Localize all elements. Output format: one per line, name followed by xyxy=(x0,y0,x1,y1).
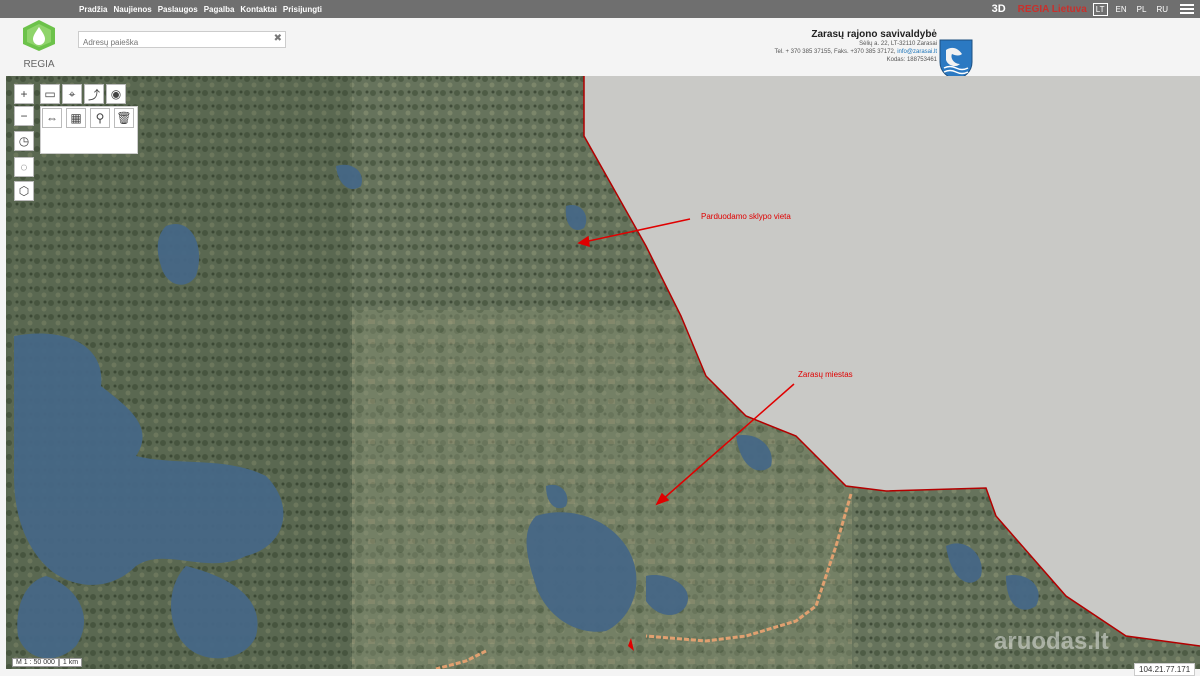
scale-bar: 1 km xyxy=(58,658,83,667)
place-marker-icon[interactable]: ⌖ xyxy=(62,84,82,104)
nav-news[interactable]: Naujienos xyxy=(113,5,151,14)
measure-ruler-icon[interactable]: ▭ xyxy=(40,84,60,104)
municipality-contacts: Tel. + 370 385 37155, Faks. +370 385 371… xyxy=(774,48,937,56)
map-scale: M 1 : 50 000 1 km xyxy=(12,658,83,667)
regia-logo[interactable]: REGIA xyxy=(12,18,66,76)
annotation-plot-location: Parduodamo sklypo vieta xyxy=(701,212,791,221)
measure-area-icon[interactable]: ▦ xyxy=(66,108,86,128)
share-export-icon[interactable]: ⤴ xyxy=(84,84,104,104)
top-navigation-bar: Pradžia Naujienos Paslaugos Pagalba Kont… xyxy=(0,0,1200,18)
clear-search-icon[interactable]: ✖ xyxy=(274,33,282,44)
hamburger-menu-icon[interactable] xyxy=(1180,4,1194,14)
municipality-info: Zarasų rajono savivaldybė Sėlių a. 22, L… xyxy=(774,29,937,64)
lithuania-map-icon[interactable]: ⬡ xyxy=(14,181,34,201)
zarasai-coat-of-arms xyxy=(938,38,974,80)
zoom-out-button[interactable]: − xyxy=(14,106,34,126)
nav-contacts[interactable]: Kontaktai xyxy=(240,5,276,14)
map-viewer[interactable]: + − ◷ ◌ ⬡ ▭ ⌖ ⤴ ◉ ⇔ ▦ ⚲ 🗑 Parduodamo skl… xyxy=(6,76,1200,669)
municipality-phones: Tel. + 370 385 37155, Faks. +370 385 371… xyxy=(774,49,898,55)
history-clock-icon[interactable]: ◷ xyxy=(14,131,34,151)
municipality-email-link[interactable]: info@zarasai.lt xyxy=(897,49,937,55)
scale-ratio: M 1 : 50 000 xyxy=(12,658,59,667)
header: REGIA ✖ Zarasų rajono savivaldybė Sėlių … xyxy=(0,18,1200,80)
top-right-controls: 3D REGIA Lietuva LT EN PL RU xyxy=(992,0,1200,18)
regia-lietuva-link[interactable]: REGIA Lietuva xyxy=(1018,4,1087,15)
address-search-input[interactable] xyxy=(79,35,263,50)
radio-target-icon[interactable]: ◉ xyxy=(106,84,126,104)
language-ru[interactable]: RU xyxy=(1154,4,1170,15)
municipality-code: Kodas: 188753461 xyxy=(886,57,937,63)
measure-distance-icon[interactable]: ⇔ xyxy=(42,108,62,128)
nav-services[interactable]: Paslaugos xyxy=(158,5,198,14)
annotation-zarasai-town: Zarasų miestas xyxy=(798,370,853,379)
zoom-in-button[interactable]: + xyxy=(14,84,34,104)
aruodas-watermark: aruodas.lt xyxy=(994,628,1109,655)
language-en[interactable]: EN xyxy=(1114,4,1129,15)
magnify-icon[interactable]: ⚲ xyxy=(90,108,110,128)
regia-logo-icon xyxy=(23,20,55,51)
main-nav: Pradžia Naujienos Paslaugos Pagalba Kont… xyxy=(79,0,322,18)
logo-text: REGIA xyxy=(23,59,55,70)
municipality-name: Zarasų rajono savivaldybė xyxy=(811,29,937,40)
nav-help[interactable]: Pagalba xyxy=(204,5,235,14)
ip-address: 104.21.77.171 xyxy=(1134,663,1196,676)
municipality-address: Sėlių a. 22, LT-32110 Zarasai xyxy=(859,41,937,47)
3d-button[interactable]: 3D xyxy=(992,3,1006,15)
trash-icon[interactable]: 🗑 xyxy=(114,108,134,128)
locate-me-icon[interactable]: ◌ xyxy=(14,157,34,177)
satellite-map xyxy=(6,76,1200,669)
language-lt[interactable]: LT xyxy=(1092,2,1108,16)
language-pl[interactable]: PL xyxy=(1135,4,1149,15)
address-search: ✖ xyxy=(78,31,286,50)
nav-login[interactable]: Prisijungti xyxy=(283,5,322,14)
nav-home[interactable]: Pradžia xyxy=(79,5,107,14)
